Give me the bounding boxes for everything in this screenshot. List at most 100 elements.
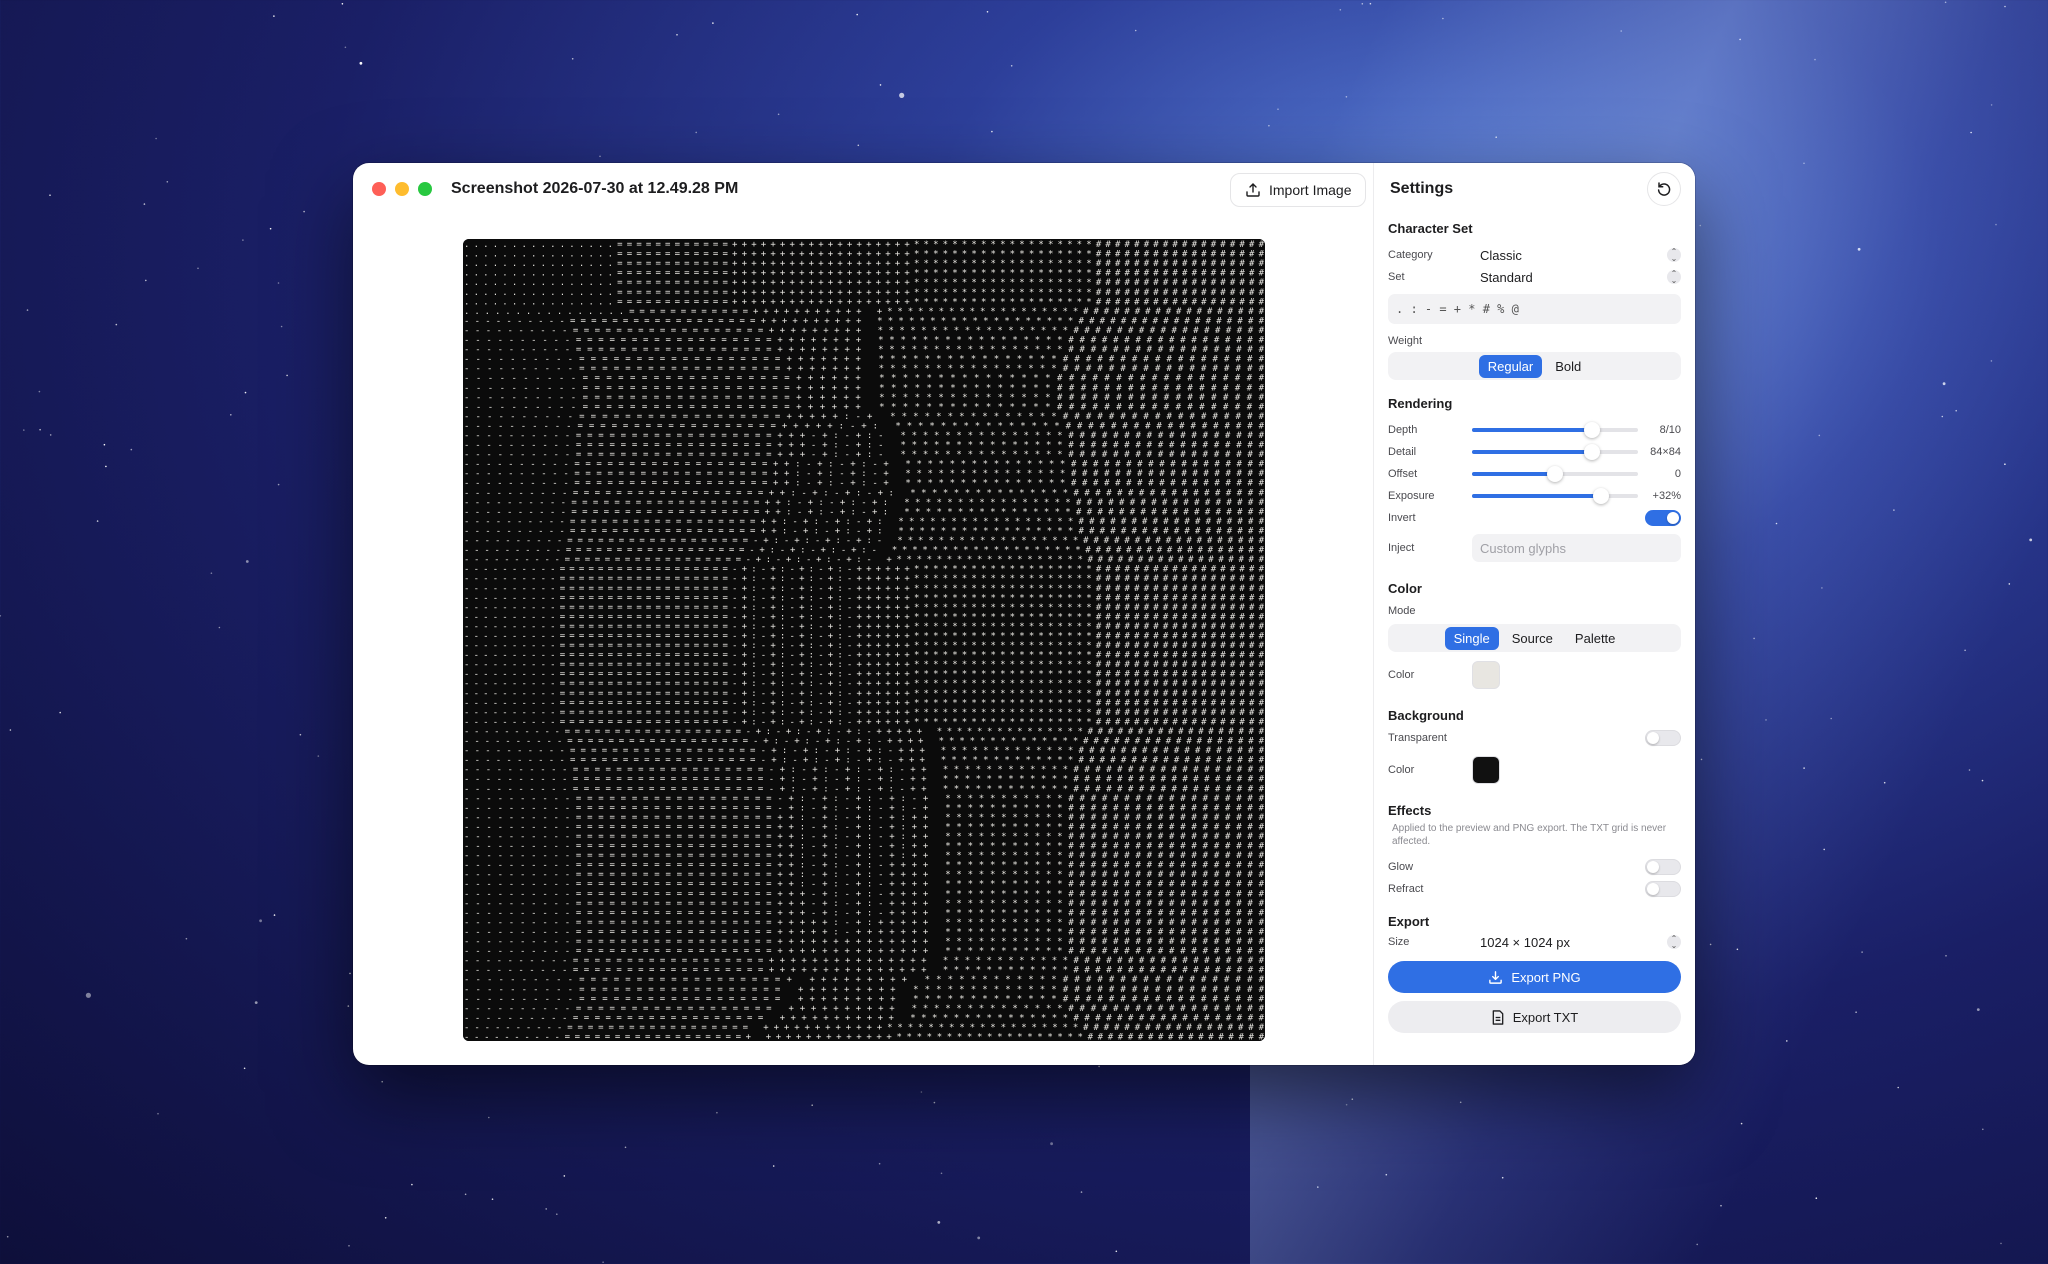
star [39, 428, 41, 431]
star [143, 203, 146, 205]
star [602, 1261, 604, 1263]
export-png-button[interactable]: Export PNG [1388, 961, 1681, 993]
star [1700, 758, 1703, 761]
set-stepper-icon[interactable]: ⌃ ⌄ [1667, 270, 1681, 285]
depth-slider-row: Depth 8/10 [1388, 419, 1681, 441]
star [1821, 587, 1823, 589]
depth-value: 8/10 [1659, 424, 1681, 436]
detail-value: 84×84 [1650, 446, 1681, 458]
star [145, 279, 147, 282]
character-set-heading: Character Set [1388, 221, 1473, 236]
category-row[interactable]: Category Classic ⌃ ⌄ [1388, 244, 1681, 266]
ascii-row: ----------==================++:-+:-+:-+:… [464, 507, 1265, 517]
star [1964, 649, 1966, 652]
offset-label: Offset [1388, 468, 1418, 480]
transparent-toggle[interactable] [1645, 730, 1681, 746]
offset-slider[interactable] [1472, 466, 1638, 482]
star [384, 1217, 387, 1219]
star [1818, 434, 1821, 437]
set-select[interactable]: Standard [1480, 270, 1667, 285]
color-mode-segmented-control: Single Source Palette [1388, 624, 1681, 652]
minimize-window-button[interactable] [395, 182, 409, 196]
star [344, 46, 347, 49]
star [242, 239, 244, 241]
offset-slider-thumb[interactable] [1547, 466, 1563, 482]
star [341, 3, 344, 5]
star [1740, 1122, 1743, 1125]
star [1361, 3, 1364, 5]
star [411, 1183, 413, 1186]
star [1317, 1186, 1319, 1188]
star [857, 144, 860, 147]
star [977, 1236, 981, 1240]
star [1976, 1008, 1980, 1011]
star [1739, 38, 1741, 41]
star [1814, 58, 1816, 61]
star [277, 282, 280, 284]
glow-row: Glow [1388, 856, 1681, 878]
star [1495, 136, 1497, 138]
category-select[interactable]: Classic [1480, 248, 1667, 263]
import-image-button[interactable]: Import Image [1230, 173, 1367, 207]
refract-toggle[interactable] [1645, 881, 1681, 897]
detail-slider[interactable] [1472, 444, 1638, 460]
star [299, 733, 302, 736]
charset-preview[interactable]: . : - = + * # % @ [1388, 294, 1681, 324]
star [230, 414, 232, 416]
close-window-button[interactable] [372, 182, 386, 196]
star [1010, 65, 1013, 67]
star [1995, 223, 1997, 226]
export-size-select[interactable]: 1024 × 1024 px [1480, 935, 1667, 950]
mode-palette-option[interactable]: Palette [1566, 627, 1624, 650]
weight-segmented-control: Regular Bold [1388, 352, 1681, 380]
invert-toggle[interactable] [1645, 510, 1681, 526]
invert-label: Invert [1388, 512, 1416, 524]
star [1385, 1173, 1388, 1176]
star [695, 131, 697, 134]
star [348, 1245, 350, 1247]
exposure-slider-thumb[interactable] [1593, 488, 1610, 504]
star [1823, 848, 1825, 851]
depth-slider[interactable] [1472, 422, 1638, 438]
export-size-row[interactable]: Size 1024 × 1024 px ⌃ ⌄ [1388, 931, 1681, 953]
character-set-section: Character Set Category Classic ⌃ ⌄ Set St… [1374, 221, 1695, 380]
rendering-section: Rendering Depth 8/10 Detail 84×84 Offset… [1374, 396, 1695, 565]
mode-single-option[interactable]: Single [1444, 626, 1499, 650]
weight-bold-option[interactable]: Bold [1546, 355, 1590, 378]
weight-regular-option[interactable]: Regular [1478, 354, 1543, 378]
star [1982, 1128, 1984, 1131]
star [1442, 17, 1444, 20]
depth-slider-thumb[interactable] [1583, 422, 1600, 438]
settings-title: Settings [1390, 180, 1454, 197]
inject-glyphs-input[interactable] [1472, 534, 1681, 562]
star [556, 1213, 558, 1215]
star [1736, 948, 1739, 951]
export-size-stepper-icon[interactable]: ⌃ ⌄ [1667, 935, 1681, 950]
ascii-art-render: ................============++++++++++++… [463, 239, 1265, 1041]
category-stepper-icon[interactable]: ⌃ ⌄ [1667, 248, 1681, 263]
star [1815, 1197, 1818, 1199]
set-row[interactable]: Set Standard ⌃ ⌄ [1388, 266, 1681, 288]
star [1944, 1, 1947, 4]
export-txt-button[interactable]: Export TXT [1388, 1001, 1681, 1033]
star [1786, 1040, 1788, 1042]
background-color-swatch[interactable] [1472, 756, 1500, 784]
mode-source-option[interactable]: Source [1503, 627, 1562, 650]
glow-toggle[interactable] [1645, 859, 1681, 875]
star [491, 1198, 494, 1200]
star [96, 520, 99, 522]
color-section: Color Mode Single Source Palette Color [1374, 581, 1695, 694]
foreground-color-swatch[interactable] [1472, 661, 1500, 689]
detail-slider-thumb[interactable] [1583, 444, 1600, 460]
refract-label: Refract [1388, 883, 1424, 895]
star [2004, 5, 2006, 8]
background-color-label: Color [1388, 764, 1415, 776]
star [166, 181, 169, 183]
star [545, 1208, 547, 1210]
zoom-window-button[interactable] [418, 182, 432, 196]
star [716, 1111, 718, 1114]
color-row: Color [1388, 656, 1681, 694]
star [676, 34, 678, 36]
reset-settings-button[interactable] [1647, 172, 1681, 206]
exposure-slider[interactable] [1472, 488, 1638, 504]
